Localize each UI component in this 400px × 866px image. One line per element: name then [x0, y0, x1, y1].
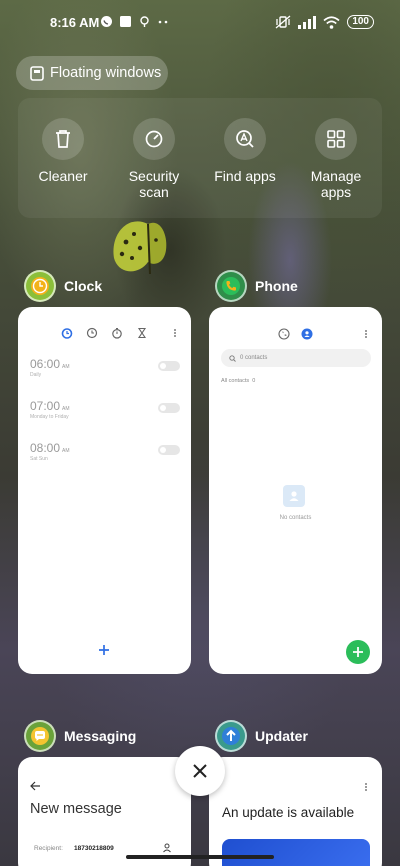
messaging-app-name: Messaging [64, 728, 137, 744]
alarm-repeat: Monday to Friday [30, 414, 69, 420]
phone-app-header[interactable]: Phone [215, 270, 298, 302]
manage-apps-label: Manage apps [310, 168, 362, 200]
close-icon [193, 764, 207, 778]
cleaner-button[interactable]: Cleaner [18, 118, 108, 184]
quick-actions-panel: Cleaner Security scan Find apps Manage a… [18, 98, 382, 218]
all-contacts-filter[interactable]: All contacts 0 [221, 378, 255, 384]
contact-picker-icon[interactable] [162, 843, 172, 853]
clock-app-icon [24, 270, 56, 302]
updater-app-header[interactable]: Updater [215, 720, 308, 752]
trash-icon [42, 118, 84, 160]
back-arrow-icon[interactable] [30, 781, 41, 791]
update-banner-image [222, 839, 370, 866]
messaging-app-icon [24, 720, 56, 752]
recipient-label: Recipient: [34, 845, 63, 852]
add-alarm-icon[interactable] [98, 644, 110, 656]
butterfly-wallpaper-image [113, 221, 167, 275]
contact-card-icon [283, 485, 305, 507]
wifi-icon [323, 15, 340, 29]
new-message-title: New message [30, 801, 122, 817]
updater-app-icon [215, 720, 247, 752]
clock-app-card[interactable]: 06:00 AM Daily 07:00 AM Monday to Friday 0… [18, 307, 191, 674]
search-icon [229, 354, 236, 362]
phone-tab-icon[interactable] [278, 328, 290, 340]
status-left-icons [100, 15, 170, 28]
search-placeholder: 0 contacts [240, 355, 268, 361]
status-right-icons: 100 [275, 15, 374, 29]
phone-app-card[interactable]: 0 contacts All contacts 0 No contacts [209, 307, 382, 674]
clock-app-header[interactable]: Clock [24, 270, 102, 302]
status-bar: 8:16 AM 100 [0, 0, 400, 44]
manage-apps-button[interactable]: Manage apps [291, 118, 381, 200]
security-scan-label: Security scan [128, 168, 180, 200]
more-options-icon[interactable] [363, 781, 369, 793]
cleaner-label: Cleaner [38, 168, 88, 184]
more-dots-icon [158, 20, 168, 24]
alarm-tab-icon[interactable] [61, 327, 73, 339]
whatsapp-icon [101, 16, 112, 27]
no-contacts-text: No contacts [279, 515, 312, 521]
stopwatch-tab-icon[interactable] [111, 327, 123, 339]
timer-tab-icon[interactable] [136, 327, 148, 339]
updater-app-card[interactable]: An update is available [209, 757, 382, 866]
floating-windows-button[interactable]: Floating windows [16, 56, 168, 90]
phone-app-icon [215, 270, 247, 302]
floating-windows-label: Floating windows [50, 65, 162, 81]
status-time: 8:16 AM [50, 15, 100, 30]
battery-indicator: 100 [347, 15, 374, 29]
more-options-icon[interactable] [172, 327, 178, 339]
security-scan-icon [133, 118, 175, 160]
find-apps-button[interactable]: Find apps [200, 118, 290, 184]
signal-icon [298, 15, 317, 29]
stop-icon [120, 16, 131, 27]
contacts-tab-icon[interactable] [301, 328, 313, 340]
world-clock-tab-icon[interactable] [86, 327, 98, 339]
home-indicator[interactable] [126, 855, 274, 859]
alarm-repeat: Daily [30, 372, 42, 378]
grid-icon [315, 118, 357, 160]
more-options-icon[interactable] [363, 328, 369, 340]
recipient-value[interactable]: 18730218809 [74, 845, 114, 852]
floating-window-icon [30, 65, 44, 81]
add-contact-button[interactable] [346, 640, 370, 664]
alarm-repeat: Sat Sun [30, 456, 48, 462]
phone-app-name: Phone [255, 278, 298, 294]
alarm-toggle[interactable] [158, 361, 180, 371]
find-apps-label: Find apps [214, 168, 276, 184]
plus-icon [353, 647, 363, 657]
alarm-row[interactable]: 07:00 AM Monday to Friday [30, 399, 180, 427]
messaging-app-card[interactable]: New message Recipient: 18730218809 [18, 757, 191, 866]
alarm-toggle[interactable] [158, 403, 180, 413]
alarm-row[interactable]: 08:00 AM Sat Sun [30, 441, 180, 469]
messaging-app-header[interactable]: Messaging [24, 720, 136, 752]
security-scan-button[interactable]: Security scan [109, 118, 199, 200]
contacts-search-input[interactable]: 0 contacts [221, 349, 371, 367]
clock-tabs [18, 327, 191, 343]
update-available-title: An update is available [222, 805, 355, 820]
alarm-toggle[interactable] [158, 445, 180, 455]
find-apps-icon [224, 118, 266, 160]
clock-app-name: Clock [64, 278, 103, 294]
mute-vibrate-icon [275, 15, 291, 29]
updater-app-name: Updater [255, 728, 308, 744]
location-icon [140, 16, 149, 27]
close-all-button[interactable] [175, 746, 225, 796]
alarm-row[interactable]: 06:00 AM Daily [30, 357, 180, 385]
